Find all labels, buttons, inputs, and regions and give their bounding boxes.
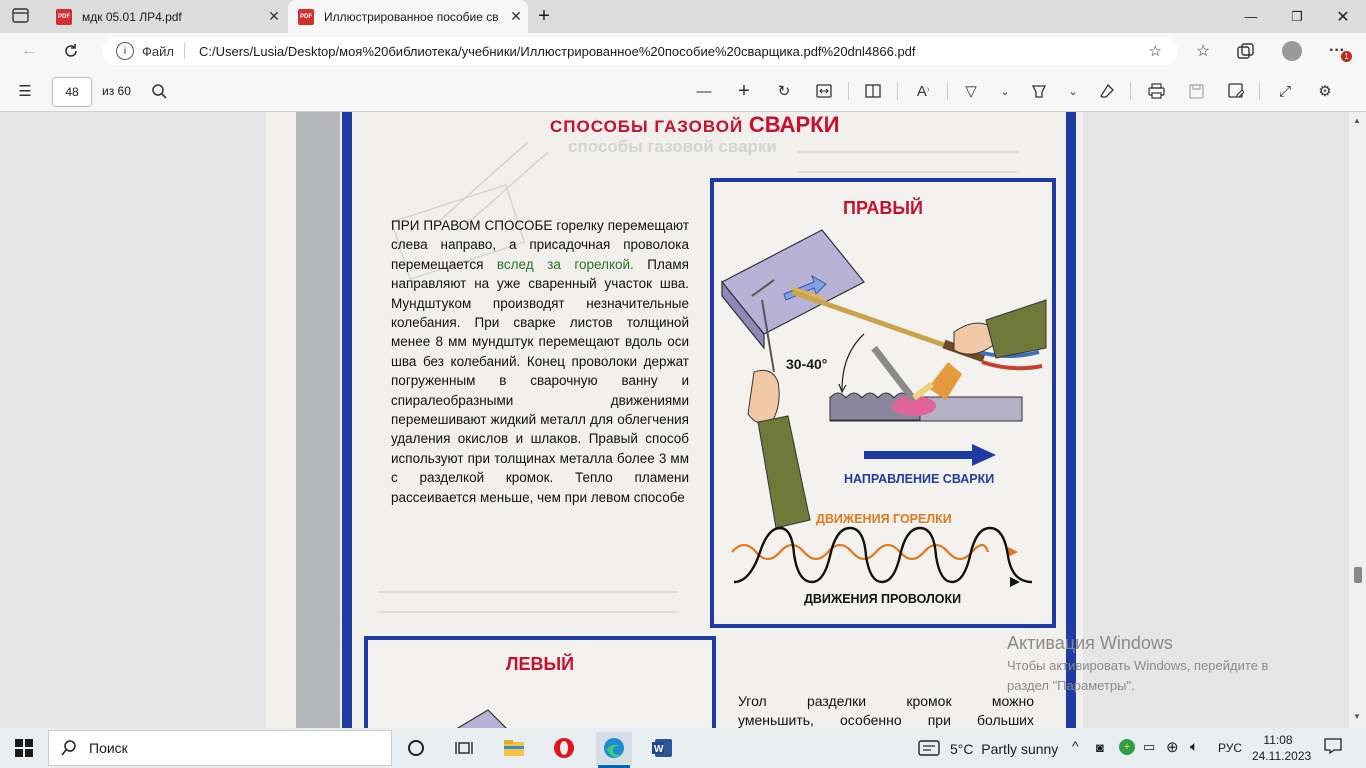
contents-icon[interactable]: ☰ bbox=[12, 78, 38, 104]
activation-watermark-title: Активация Windows bbox=[1007, 633, 1173, 653]
svg-text:способы газовой сварки: способы газовой сварки bbox=[568, 137, 777, 156]
tab-mdk[interactable]: PDF мдк 05.01 ЛР4.pdf ✕ bbox=[46, 0, 286, 33]
clock[interactable]: 11:08 24.11.2023 bbox=[1252, 732, 1312, 764]
paragraph-text: Пламя направляют на уже сваренный участо… bbox=[391, 256, 689, 505]
profile-avatar[interactable] bbox=[1277, 36, 1307, 66]
page-header-part1: СПОСОБЫ ГАЗОВОЙ bbox=[550, 117, 749, 136]
search-icon[interactable] bbox=[146, 78, 172, 104]
pdf-icon: PDF bbox=[298, 8, 314, 25]
page-side-strip bbox=[296, 112, 340, 728]
welding-direction-label: НАПРАВЛЕНИЕ СВАРКИ bbox=[844, 472, 995, 486]
activation-watermark-line: раздел "Параметры". bbox=[1007, 678, 1135, 693]
torch-motion-label: ДВИЖЕНИЯ ГОРЕЛКИ bbox=[816, 512, 952, 526]
url-text[interactable]: C:/Users/Lusia/Desktop/моя%20библиотека/… bbox=[199, 44, 1099, 59]
chevron-down-icon[interactable]: ⌄ bbox=[992, 78, 1018, 104]
tab-illustrated-guide[interactable]: PDF Иллюстрированное пособие св ✕ bbox=[288, 0, 528, 33]
left-text-line: уменьшить, особенно при больших bbox=[738, 712, 1034, 728]
page-header: СПОСОБЫ ГАЗОВОЙ СВАРКИ bbox=[550, 112, 890, 138]
add-favorite-icon[interactable]: ☆ bbox=[1149, 42, 1162, 60]
minimize-button[interactable]: — bbox=[1228, 0, 1274, 33]
opera-icon[interactable] bbox=[546, 732, 582, 764]
cortana-icon[interactable] bbox=[398, 732, 434, 764]
svg-text:W: W bbox=[654, 744, 664, 755]
favorites-icon[interactable]: ☆ bbox=[1188, 36, 1218, 66]
scrollbar-thumb[interactable] bbox=[1354, 567, 1362, 583]
activation-watermark-line: Чтобы активировать Windows, перейдите в bbox=[1007, 658, 1269, 673]
address-input[interactable]: i Файл C:/Users/Lusia/Desktop/моя%20библ… bbox=[102, 37, 1178, 65]
page-number-input[interactable]: 48 bbox=[52, 77, 92, 107]
language-indicator[interactable]: РУС bbox=[1218, 741, 1242, 755]
tab-label: Иллюстрированное пособие св bbox=[324, 9, 499, 24]
close-window-button[interactable]: ✕ bbox=[1320, 0, 1366, 33]
tab-actions-icon[interactable] bbox=[12, 8, 30, 24]
battery-icon[interactable]: ▭ bbox=[1143, 739, 1155, 755]
left-method-figure: ЛЕВЫЙ bbox=[364, 636, 716, 728]
read-aloud-icon[interactable]: A ⁾ bbox=[910, 78, 936, 104]
print-icon[interactable] bbox=[1143, 78, 1169, 104]
fit-page-icon[interactable] bbox=[811, 78, 837, 104]
page-frame-left bbox=[342, 112, 352, 728]
right-method-figure: ПРАВЫЙ 30-40° НАПРАВЛЕНИЕ СВАРКИ ДВИЖЕНИ… bbox=[710, 178, 1056, 628]
paragraph-highlight: вслед за горелкой. bbox=[496, 256, 634, 272]
antivirus-icon[interactable]: + bbox=[1119, 739, 1135, 755]
page-total-label: из 60 bbox=[102, 84, 131, 98]
close-tab-icon[interactable]: ✕ bbox=[504, 8, 528, 25]
chevron-up-icon[interactable]: ^ bbox=[1072, 738, 1079, 754]
right-method-title: ПРАВЫЙ bbox=[843, 198, 923, 218]
save-icon[interactable] bbox=[1183, 78, 1209, 104]
pdf-icon: PDF bbox=[56, 8, 72, 25]
right-method-paragraph: ПРИ ПРАВОМ СПОСОБЕ горелку перемещают сл… bbox=[391, 216, 689, 507]
left-text-line: Угол разделки кромок можно bbox=[738, 693, 1034, 709]
edge-icon[interactable] bbox=[596, 732, 632, 764]
notifications-icon[interactable] bbox=[1324, 738, 1342, 757]
back-arrow-icon[interactable]: ← bbox=[14, 36, 44, 66]
left-method-title: ЛЕВЫЙ bbox=[505, 654, 575, 674]
settings-gear-icon[interactable]: ⚙ bbox=[1312, 78, 1338, 104]
page-header-part2: СВАРКИ bbox=[748, 112, 840, 137]
pdf-page: способы газовой сварки СПОСОБЫ ГАЗОВОЙ С… bbox=[266, 112, 1083, 728]
zoom-in-icon[interactable]: + bbox=[731, 78, 757, 104]
task-view-icon[interactable] bbox=[446, 732, 482, 764]
weather-icon[interactable] bbox=[918, 739, 940, 760]
taskbar-search-box[interactable]: Поиск bbox=[48, 730, 392, 766]
angle-label: 30-40° bbox=[786, 356, 828, 372]
clock-time: 11:08 bbox=[1263, 733, 1293, 747]
welding-illustration bbox=[721, 229, 1047, 587]
zoom-out-icon[interactable]: — bbox=[691, 78, 717, 104]
info-icon[interactable]: i bbox=[116, 42, 134, 60]
tab-bar: PDF мдк 05.01 ЛР4.pdf ✕ PDF Иллюстрирова… bbox=[0, 0, 1366, 33]
volume-icon[interactable]: 🔈︎ bbox=[1190, 738, 1198, 755]
camera-icon[interactable]: ◙ bbox=[1096, 740, 1104, 755]
search-icon bbox=[61, 740, 76, 756]
vertical-scrollbar[interactable]: ▲ ▼ bbox=[1349, 112, 1366, 728]
restore-button[interactable]: ❐ bbox=[1274, 0, 1320, 33]
search-placeholder: Поиск bbox=[89, 740, 128, 756]
page-view-icon[interactable] bbox=[860, 78, 886, 104]
wire-motion-label: ДВИЖЕНИЯ ПРОВОЛОКИ bbox=[804, 592, 962, 606]
chevron-down-icon[interactable]: ⌄ bbox=[1060, 78, 1086, 104]
left-method-illustration bbox=[456, 709, 507, 728]
clock-date: 24.11.2023 bbox=[1252, 749, 1312, 763]
refresh-icon[interactable] bbox=[56, 36, 86, 66]
save-as-icon[interactable] bbox=[1223, 78, 1249, 104]
word-icon[interactable]: W bbox=[644, 732, 680, 764]
collections-icon[interactable] bbox=[1231, 36, 1261, 66]
highlight-icon[interactable]: ▽ bbox=[958, 78, 984, 104]
left-method-text: Угол разделки кромок можно уменьшить, ос… bbox=[738, 692, 1034, 728]
network-icon[interactable]: ⊕ bbox=[1166, 738, 1179, 756]
file-explorer-icon[interactable] bbox=[496, 732, 532, 764]
eraser-icon[interactable] bbox=[1094, 78, 1120, 104]
notification-badge: 1 bbox=[1341, 51, 1352, 62]
address-scheme-label: Файл bbox=[142, 43, 174, 59]
close-tab-icon[interactable]: ✕ bbox=[262, 8, 286, 25]
tab-label: мдк 05.01 ЛР4.pdf bbox=[82, 9, 182, 24]
new-tab-button[interactable]: + bbox=[532, 4, 556, 28]
draw-icon[interactable] bbox=[1026, 78, 1052, 104]
weather-label[interactable]: 5°C Partly sunny bbox=[950, 741, 1058, 757]
start-windows-icon[interactable] bbox=[6, 732, 42, 764]
expand-icon[interactable]: ⤢ bbox=[1272, 78, 1298, 104]
rotate-icon[interactable]: ↻ bbox=[771, 78, 797, 104]
